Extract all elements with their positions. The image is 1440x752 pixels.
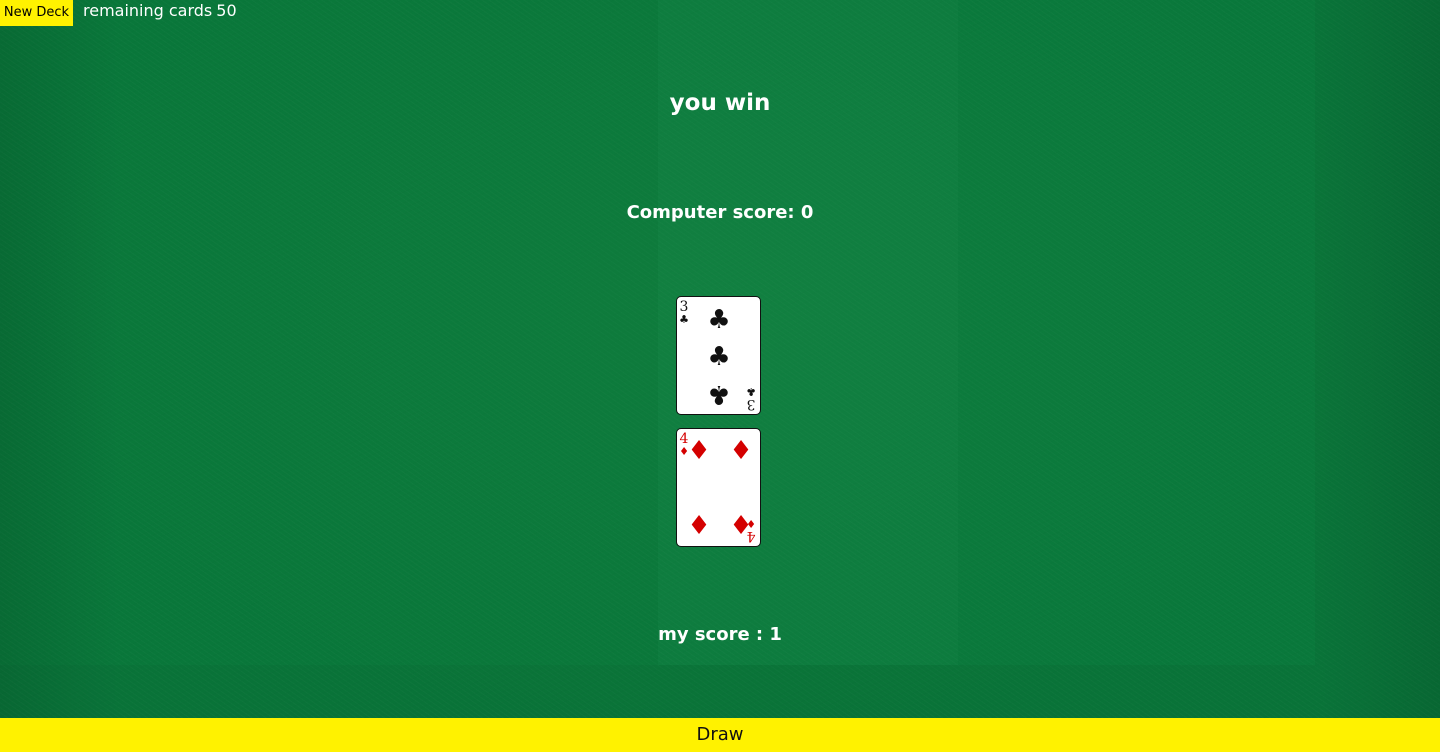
club-icon: ♣ [707, 305, 731, 335]
player-card: 4 ♦ ♦ ♦ ♦ ♦ 4 ♦ [676, 428, 761, 547]
computer-score: Computer score: 0 [626, 202, 814, 223]
card-index-top: 3 ♣ [678, 300, 690, 325]
remaining-count: 50 [216, 1, 237, 20]
new-deck-button[interactable]: New Deck [0, 0, 73, 26]
card-index-bottom: 3 ♣ [745, 385, 757, 412]
draw-button[interactable]: Draw [0, 718, 1440, 752]
diamond-icon: ♦ [687, 511, 711, 541]
remaining-label: remaining cards [83, 1, 213, 20]
player-score: my score : 1 [658, 624, 782, 645]
computer-card: 3 ♣ ♣ ♣ ♣ 3 ♣ [676, 296, 761, 415]
remaining-cards: remaining cards 50 [83, 1, 237, 20]
card-index-bottom: 4 ♦ [745, 517, 757, 544]
diamond-icon: ♦ [729, 436, 753, 466]
club-icon: ♣ [707, 379, 731, 409]
club-icon: ♣ [679, 313, 689, 326]
diamond-icon: ♦ [746, 517, 756, 530]
game-status: you win [669, 90, 771, 116]
diamond-icon: ♦ [687, 436, 711, 466]
felt-shade [0, 665, 1440, 718]
club-icon: ♣ [746, 385, 756, 398]
card-rank: 4 [746, 528, 756, 544]
club-icon: ♣ [707, 342, 731, 372]
card-rank: 3 [746, 396, 756, 412]
